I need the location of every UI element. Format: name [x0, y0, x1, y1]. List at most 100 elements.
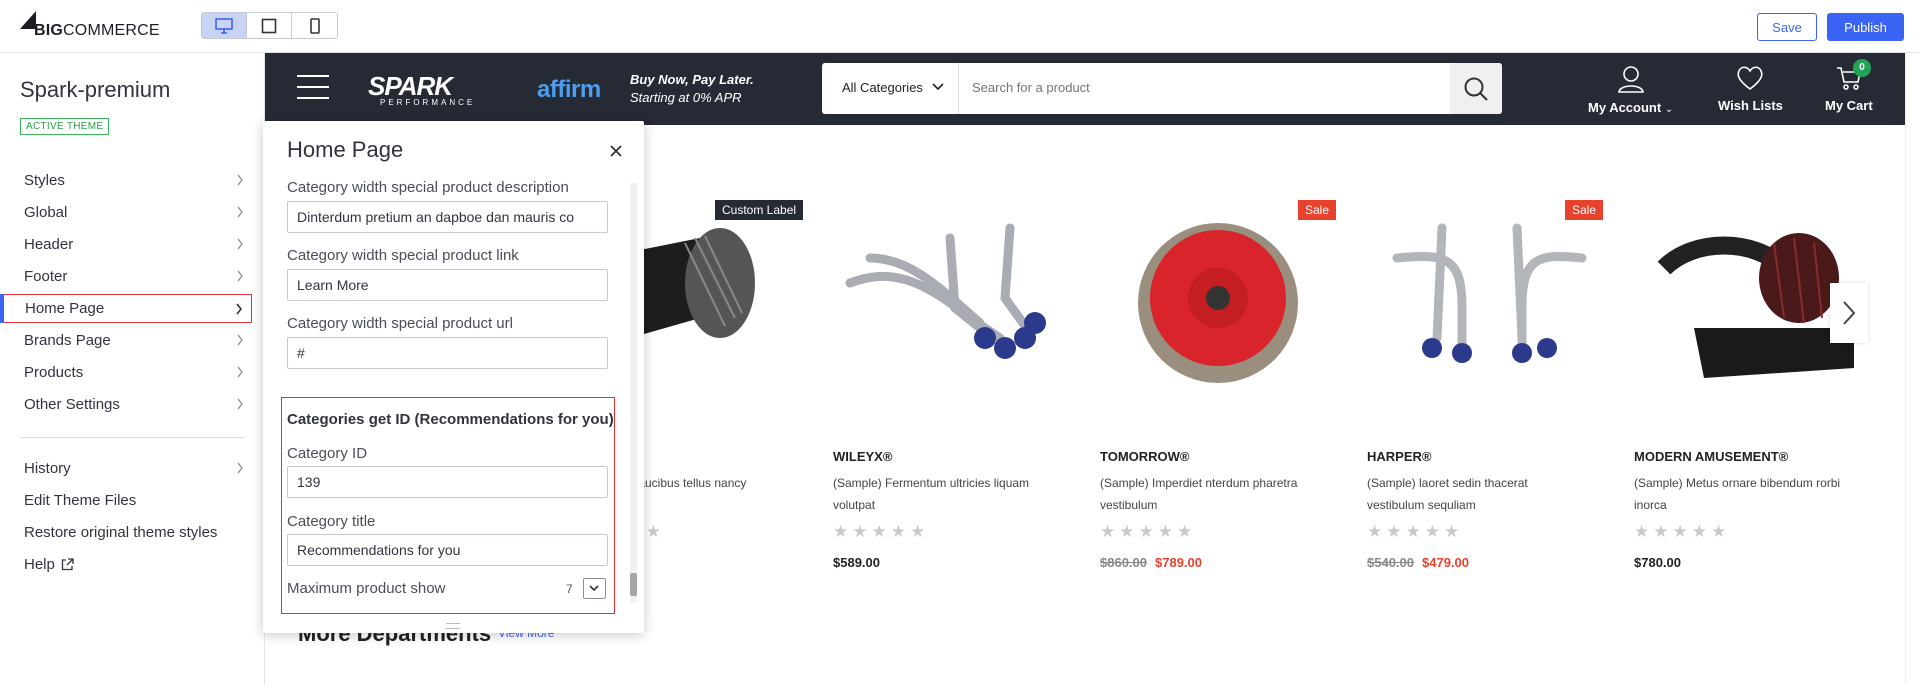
product-search-input[interactable]: [972, 80, 1352, 95]
sidebar-item-label: History: [24, 460, 71, 477]
sidebar-item-help[interactable]: Help: [0, 550, 252, 579]
special-product-description-input[interactable]: [287, 201, 608, 233]
rating-stars: ★★★★★: [1634, 522, 1731, 541]
theme-name: Spark-premium: [20, 77, 171, 102]
sidebar-item-edit-theme-files[interactable]: Edit Theme Files: [0, 486, 252, 515]
store-search: All Categories: [822, 63, 1502, 114]
panel-scroll-thumb[interactable]: [630, 573, 637, 596]
group-title: Categories get ID (Recommendations for y…: [287, 411, 614, 428]
sidebar-item-header[interactable]: Header: [0, 230, 252, 259]
category-select[interactable]: All Categories: [842, 80, 923, 95]
chevron-right-icon: [237, 334, 243, 346]
carousel-next-button[interactable]: [1830, 283, 1868, 343]
special-product-url-input[interactable]: [287, 337, 608, 369]
search-button[interactable]: [1450, 63, 1502, 114]
panel-resize-grip[interactable]: [446, 623, 460, 629]
desktop-view-button[interactable]: [202, 13, 247, 38]
search-divider: [958, 63, 959, 114]
store-header: SPARK PERFORMANCE affirm Buy Now, Pay La…: [265, 53, 1905, 125]
external-link-icon: [61, 558, 74, 571]
product-price: $540.00 $479.00: [1367, 555, 1469, 570]
max-product-dropdown[interactable]: [582, 578, 606, 599]
chevron-down-icon: [932, 83, 944, 91]
panel-title: Home Page: [287, 137, 404, 162]
sidebar-item-label: Brands Page: [24, 332, 111, 349]
sidebar-item-label: Styles: [24, 172, 65, 189]
rating-stars: ★★★★★: [1100, 522, 1197, 541]
product-brand: MODERN AMUSEMENT®: [1634, 449, 1789, 464]
product-name[interactable]: faucibus tellus nancy: [635, 472, 855, 494]
sidebar-divider: [20, 437, 245, 438]
rating-stars: ★★★★★: [833, 522, 930, 541]
field-label: Maximum product show: [287, 580, 446, 597]
heart-icon: [1737, 66, 1764, 91]
sidebar-item-styles[interactable]: Styles: [0, 166, 252, 195]
product-name[interactable]: (Sample) Metus ornare bibendum rorbi ino…: [1634, 472, 1854, 516]
tablet-icon: [261, 18, 277, 33]
chevron-right-icon: [237, 398, 243, 410]
product-badge: Custom Label: [715, 200, 804, 220]
chevron-down-icon: [589, 585, 599, 592]
product-price: $589.00: [833, 555, 880, 570]
sidebar-item-other-settings[interactable]: Other Settings: [0, 390, 252, 419]
cart-count-badge: 0: [1853, 59, 1871, 77]
sidebar-item-label: Global: [24, 204, 68, 221]
chevron-right-icon: [237, 238, 243, 250]
field-label: Category width special product descripti…: [287, 179, 569, 196]
max-product-select[interactable]: 7: [566, 578, 606, 599]
sidebar-item-history[interactable]: History: [0, 454, 252, 483]
sale-badge: Sale: [1298, 200, 1337, 220]
sidebar-item-global[interactable]: Global: [0, 198, 252, 227]
my-cart-link[interactable]: 0 My Cart: [1825, 59, 1873, 113]
category-title-input[interactable]: [287, 534, 608, 566]
chevron-right-icon: [237, 366, 243, 378]
sidebar-item-products[interactable]: Products: [0, 358, 252, 387]
panel-scroll-track[interactable]: [630, 183, 637, 603]
field-label: Category width special product url: [287, 315, 513, 332]
my-account-link[interactable]: My Account ⌄: [1588, 65, 1673, 115]
publish-button[interactable]: Publish: [1827, 13, 1904, 41]
close-icon[interactable]: [606, 141, 626, 161]
wish-lists-link[interactable]: Wish Lists: [1718, 65, 1783, 113]
sidebar-item-restore-styles[interactable]: Restore original theme styles: [0, 518, 252, 547]
product-image: [1392, 223, 1587, 363]
chevron-right-icon: [237, 206, 243, 218]
sale-badge: Sale: [1565, 200, 1604, 220]
store-logo[interactable]: SPARK PERFORMANCE: [368, 71, 493, 109]
editor-topbar: BIGCOMMERCE Save Publish: [0, 0, 1920, 53]
tablet-view-button[interactable]: [247, 13, 292, 38]
mobile-icon: [309, 17, 320, 34]
financing-promo: Buy Now, Pay Later. Starting at 0% APR: [630, 72, 754, 105]
product-price: $860.00 $789.00: [1100, 555, 1202, 570]
sidebar-item-label: Help: [24, 556, 55, 573]
search-icon: [1464, 77, 1488, 101]
desktop-icon: [215, 17, 233, 34]
product-image: [610, 228, 755, 338]
device-switcher: [201, 12, 338, 39]
preview-scrollbar[interactable]: [1905, 53, 1920, 685]
hamburger-menu-icon[interactable]: [297, 75, 329, 101]
mobile-view-button[interactable]: [292, 13, 337, 38]
sidebar-item-brands-page[interactable]: Brands Page: [0, 326, 252, 355]
user-icon: [1617, 66, 1644, 93]
product-image: [845, 223, 1046, 359]
max-product-value: 7: [566, 581, 573, 596]
product-brand: TOMORROW®: [1100, 449, 1190, 464]
chevron-right-icon: [237, 174, 243, 186]
sidebar-item-footer[interactable]: Footer: [0, 262, 252, 291]
chevron-right-icon: [1843, 301, 1856, 325]
product-name[interactable]: (Sample) Fermentum ultricies liquam volu…: [833, 472, 1053, 516]
sidebar-item-label: Header: [24, 236, 74, 253]
category-id-input[interactable]: [287, 466, 608, 498]
product-name[interactable]: (Sample) Imperdiet nterdum pharetra vest…: [1100, 472, 1320, 516]
sidebar-item-label: Edit Theme Files: [24, 492, 137, 509]
home-page-settings-panel: Home Page Category width special product…: [263, 121, 644, 633]
special-product-link-input[interactable]: [287, 269, 608, 301]
chevron-right-icon: [237, 462, 243, 474]
sidebar-item-home-page[interactable]: Home Page: [0, 294, 252, 323]
product-name[interactable]: (Sample) laoret sedin thacerat vestibulu…: [1367, 472, 1587, 516]
field-label: Category width special product link: [287, 247, 519, 264]
sidebar-item-label: Home Page: [25, 300, 105, 317]
field-label: Category ID: [287, 445, 368, 462]
save-button[interactable]: Save: [1757, 13, 1817, 41]
